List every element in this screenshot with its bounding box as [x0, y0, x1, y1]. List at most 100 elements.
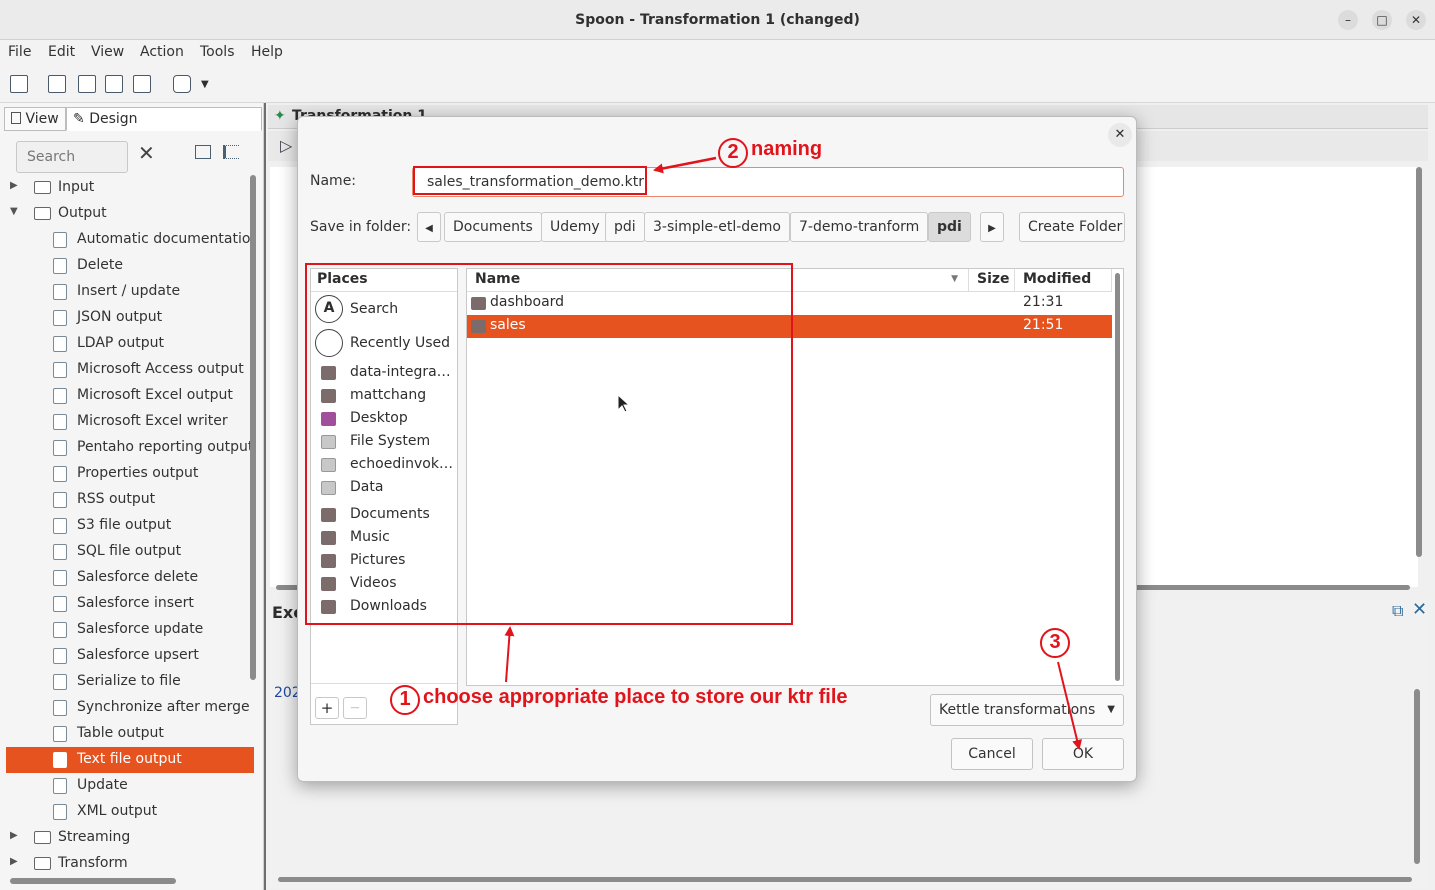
tree-step[interactable]: Salesforce upsert [6, 643, 254, 669]
file-modified: 21:31 [1023, 294, 1064, 310]
tree-step[interactable]: Update [6, 773, 254, 799]
breadcrumb-pdi-current[interactable]: pdi [928, 212, 971, 242]
breadcrumb-7-demo-tranform[interactable]: 7-demo-tranform [790, 212, 929, 242]
menu-edit[interactable]: Edit [48, 44, 75, 60]
sort-descending-icon[interactable]: ▼ [951, 274, 958, 284]
tree-scrollbar[interactable] [250, 175, 256, 680]
create-folder-button[interactable]: Create Folder [1019, 212, 1125, 242]
dialog-close-button[interactable]: ✕ [1108, 123, 1132, 147]
tree-step[interactable]: LDAP output [6, 331, 254, 357]
tree-step-label: RSS output [77, 491, 156, 507]
tree-step[interactable]: Salesforce delete [6, 565, 254, 591]
menu-view[interactable]: View [91, 44, 124, 60]
tree-category[interactable]: ▼ Output [6, 201, 254, 227]
tree-horizontal-scrollbar[interactable] [10, 878, 176, 884]
step-icon [53, 310, 67, 326]
tree-step[interactable]: Automatic documentatio [6, 227, 254, 253]
tree-step-label: Update [77, 777, 128, 793]
tree-step[interactable]: JSON output [6, 305, 254, 331]
maximize-button[interactable]: □ [1372, 10, 1392, 30]
annotation-places-box [305, 263, 793, 625]
step-icon [53, 232, 67, 248]
tree-step[interactable]: Text file output [6, 747, 254, 773]
annotation-step-2-text: naming [751, 138, 823, 160]
chevron-down-icon[interactable]: ▼ [201, 79, 209, 90]
tree-step[interactable]: RSS output [6, 487, 254, 513]
steps-search-input[interactable]: Search [16, 141, 128, 173]
tree-step-label: XML output [77, 803, 158, 819]
tree-category-label: Transform [58, 855, 128, 871]
tree-step[interactable]: XML output [6, 799, 254, 825]
tree-step[interactable]: Salesforce update [6, 617, 254, 643]
expander-closed-icon[interactable]: ▶ [10, 856, 18, 867]
menu-tools[interactable]: Tools [200, 44, 235, 60]
step-icon [53, 414, 67, 430]
column-header-modified[interactable]: Modified [1015, 269, 1112, 291]
breadcrumb-back-button[interactable]: ◀ [417, 212, 441, 242]
tab-view-label: View [25, 111, 59, 127]
folder-icon [34, 181, 51, 194]
tree-category[interactable]: ▶ Transform [6, 851, 254, 877]
tree-step[interactable]: Table output [6, 721, 254, 747]
tree-category[interactable]: ▶ Input [6, 175, 254, 201]
annotation-step-1-text: choose appropriate place to store our kt… [423, 686, 848, 708]
save-as-icon[interactable] [133, 75, 151, 93]
clear-search-icon[interactable]: ✕ [138, 141, 155, 165]
cancel-button[interactable]: Cancel [951, 738, 1033, 770]
log-scrollbar[interactable] [1414, 689, 1420, 864]
expand-all-icon[interactable] [223, 145, 239, 159]
run-icon[interactable]: ▷ [280, 136, 292, 155]
tree-step[interactable]: Properties output [6, 461, 254, 487]
tree-category-label: Output [58, 205, 107, 221]
tree-step-label: Microsoft Excel writer [77, 413, 228, 429]
tree-step[interactable]: Microsoft Access output [6, 357, 254, 383]
tree-step[interactable]: Synchronize after merge [6, 695, 254, 721]
popout-icon[interactable]: ⧉ [1392, 601, 1403, 621]
tab-view[interactable]: View [4, 107, 66, 131]
breadcrumb-pdi[interactable]: pdi [605, 212, 645, 242]
menu-help[interactable]: Help [251, 44, 283, 60]
tree-step[interactable]: Salesforce insert [6, 591, 254, 617]
layers-icon[interactable] [173, 75, 191, 93]
tree-step[interactable]: Serialize to file [6, 669, 254, 695]
explore-repository-icon[interactable] [78, 75, 96, 93]
save-in-folder-label: Save in folder: [310, 219, 412, 235]
menu-action[interactable]: Action [140, 44, 184, 60]
close-panel-icon[interactable]: ✕ [1412, 599, 1427, 620]
folder-icon [34, 857, 51, 870]
tree-step[interactable]: Pentaho reporting output [6, 435, 254, 461]
canvas-scrollbar[interactable] [1416, 167, 1422, 557]
remove-place-button[interactable]: — [343, 697, 367, 719]
menu-file[interactable]: File [8, 44, 31, 60]
breadcrumb-forward-button[interactable]: ▶ [980, 212, 1004, 242]
expander-closed-icon[interactable]: ▶ [10, 830, 18, 841]
expander-open-icon[interactable]: ▼ [10, 206, 18, 217]
file-type-filter-select[interactable]: Kettle transformations ▼ [930, 694, 1124, 726]
tree-step[interactable]: SQL file output [6, 539, 254, 565]
tree-step-label: Delete [77, 257, 123, 273]
ok-button[interactable]: OK [1042, 738, 1124, 770]
breadcrumb-udemy[interactable]: Udemy [541, 212, 609, 242]
file-modified: 21:51 [1023, 317, 1064, 333]
tab-design[interactable]: ✎ Design [66, 107, 262, 131]
tree-step[interactable]: Delete [6, 253, 254, 279]
open-file-icon[interactable] [48, 75, 66, 93]
tree-category-label: Streaming [58, 829, 131, 845]
new-file-icon[interactable] [10, 75, 28, 93]
expander-closed-icon[interactable]: ▶ [10, 180, 18, 191]
column-header-size[interactable]: Size [969, 269, 1015, 291]
tree-step[interactable]: Microsoft Excel writer [6, 409, 254, 435]
log-horizontal-scrollbar[interactable] [278, 877, 1412, 882]
breadcrumb-3-simple-etl-demo[interactable]: 3-simple-etl-demo [644, 212, 790, 242]
collapse-all-icon[interactable] [195, 145, 211, 159]
tree-step[interactable]: Microsoft Excel output [6, 383, 254, 409]
minimize-button[interactable]: – [1338, 10, 1358, 30]
tree-step[interactable]: Insert / update [6, 279, 254, 305]
tree-category[interactable]: ▶ Streaming [6, 825, 254, 851]
tree-step[interactable]: S3 file output [6, 513, 254, 539]
add-place-button[interactable]: + [315, 697, 339, 719]
close-window-button[interactable]: ✕ [1406, 10, 1426, 30]
file-list-scrollbar[interactable] [1115, 273, 1120, 681]
breadcrumb-documents[interactable]: Documents [444, 212, 542, 242]
save-icon[interactable] [105, 75, 123, 93]
